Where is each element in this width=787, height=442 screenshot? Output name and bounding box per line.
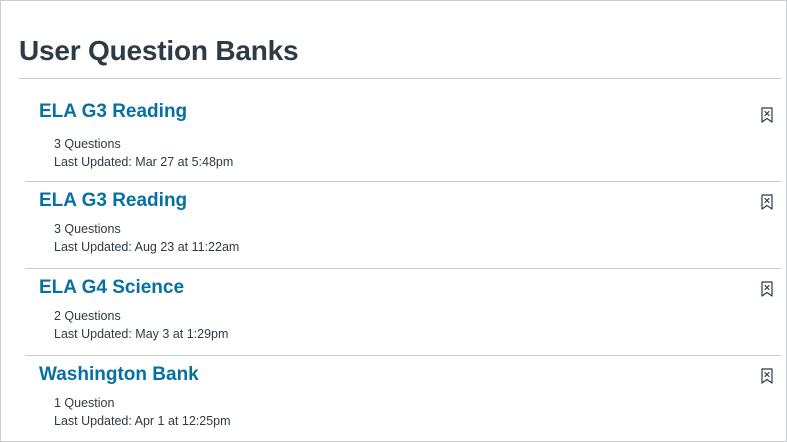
bank-title-link[interactable]: ELA G4 Science bbox=[39, 277, 184, 299]
question-count: 1 Question bbox=[54, 396, 115, 410]
last-updated: Last Updated: Mar 27 at 5:48pm bbox=[54, 155, 234, 169]
bookmark-remove-icon[interactable] bbox=[761, 107, 773, 123]
bookmark-remove-icon[interactable] bbox=[761, 281, 773, 297]
list-item: ELA G3 Reading 3 Questions Last Updated:… bbox=[25, 182, 781, 269]
list-item: Washington Bank 1 Question Last Updated:… bbox=[25, 356, 781, 442]
list-item: ELA G3 Reading 3 Questions Last Updated:… bbox=[25, 91, 781, 182]
bank-title-link[interactable]: ELA G3 Reading bbox=[39, 190, 187, 212]
list-item: ELA G4 Science 2 Questions Last Updated:… bbox=[25, 269, 781, 356]
page-title: User Question Banks bbox=[19, 35, 299, 66]
bookmark-remove-icon[interactable] bbox=[761, 194, 773, 210]
question-count: 3 Questions bbox=[54, 137, 121, 151]
bookmark-remove-icon[interactable] bbox=[761, 368, 773, 384]
bank-list: ELA G3 Reading 3 Questions Last Updated:… bbox=[25, 91, 781, 442]
bank-meta: 2 Questions Last Updated: May 3 at 1:29p… bbox=[54, 307, 228, 343]
last-updated: Last Updated: Apr 1 at 12:25pm bbox=[54, 414, 231, 428]
bank-meta: 3 Questions Last Updated: Aug 23 at 11:2… bbox=[54, 220, 239, 256]
question-count: 2 Questions bbox=[54, 309, 121, 323]
bank-title-link[interactable]: ELA G3 Reading bbox=[39, 101, 187, 123]
question-banks-panel: User Question Banks ELA G3 Reading 3 Que… bbox=[0, 0, 787, 442]
question-count: 3 Questions bbox=[54, 222, 121, 236]
bank-meta: 1 Question Last Updated: Apr 1 at 12:25p… bbox=[54, 394, 231, 430]
title-divider bbox=[19, 78, 781, 79]
last-updated: Last Updated: May 3 at 1:29pm bbox=[54, 327, 229, 341]
bank-title-link[interactable]: Washington Bank bbox=[39, 364, 199, 386]
last-updated: Last Updated: Aug 23 at 11:22am bbox=[54, 240, 240, 254]
bank-meta: 3 Questions Last Updated: Mar 27 at 5:48… bbox=[54, 135, 233, 171]
